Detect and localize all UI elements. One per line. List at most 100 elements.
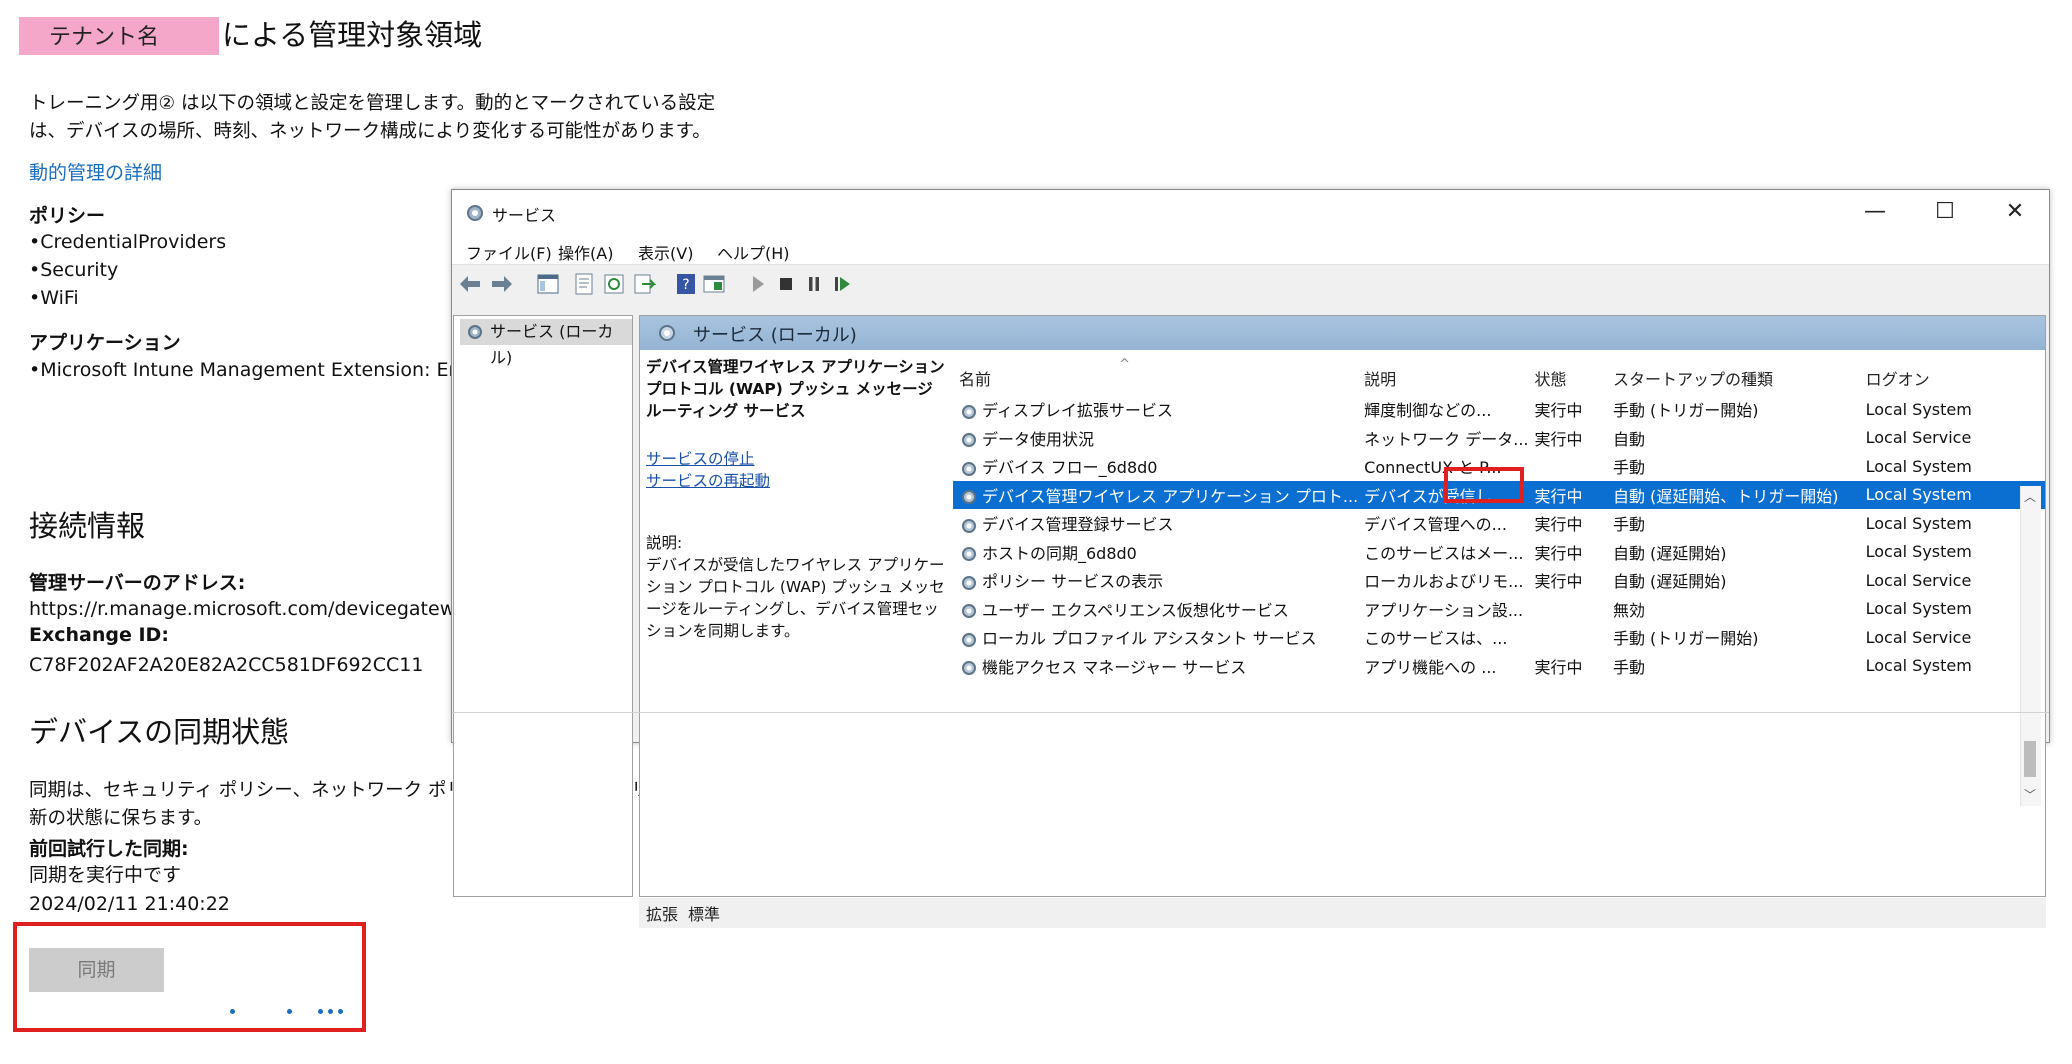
start-service-icon[interactable] (746, 272, 770, 296)
intro-line-1: トレーニング用② は以下の領域と設定を管理します。動的とマークされている設定 (29, 93, 716, 114)
window-title: サービス (492, 206, 557, 225)
table-row[interactable]: ディスプレイ拡張サービス 輝度制御などの... 実行中 手動 (トリガー開始) Loca… (953, 395, 2045, 424)
service-gear-icon (962, 518, 976, 533)
sort-ascending-icon: ^ (1119, 357, 1130, 372)
column-header-status[interactable]: 状態 (1529, 361, 1607, 395)
cell-text: 自動 (遅延開始) (1612, 572, 1727, 592)
service-status-cell: 実行中 (1529, 509, 1607, 538)
pause-service-icon[interactable] (802, 272, 826, 296)
service-gear-icon (962, 547, 976, 561)
cell-text: アプリケーション設... (1364, 600, 1524, 620)
scroll-up-icon[interactable]: ︿ (2024, 488, 2036, 505)
table-row[interactable]: ポリシー サービスの表示 ローカルおよびリモ... 実行中 自動 (遅延開始) Loca… (953, 566, 2045, 595)
selected-service-name: デバイス管理ワイヤレス アプリケーション プロトコル (WAP) プッシュ メッ… (646, 358, 945, 420)
service-logon-cell: Local Service (1860, 566, 2045, 595)
table-row[interactable]: ローカル プロファイル アシスタント サービス このサービスは、... 手動 (トリ… (953, 623, 2045, 652)
forward-arrow-icon[interactable] (490, 272, 514, 296)
cell-text: アプリ機能への ... (1364, 657, 1497, 677)
description-text: デバイスが受信したワイヤレス アプリケーション プロトコル (WAP) プッシュ… (646, 556, 945, 640)
service-logon-cell: Local System (1860, 509, 2045, 538)
sync-status-heading: デバイスの同期状態 (29, 715, 290, 749)
server-address-value: https://r.manage.microsoft.com/devicegat… (29, 598, 467, 620)
services-panel: サービス (ローカル) デバイス管理ワイヤレス アプリケーション プロトコル (… (639, 315, 2046, 897)
policy-list: •CredentialProviders •Security •WiFi (29, 228, 226, 312)
cell-text: 自動 (遅延開始) (1612, 543, 1727, 563)
application-item: •Microsoft Intune Management Extension: … (29, 359, 468, 381)
column-header-startup-type[interactable]: スタートアップの種類 (1607, 361, 1860, 395)
cell-text: 無効 (1612, 600, 1645, 620)
service-description-cell: 輝度制御などの... (1358, 395, 1528, 424)
cell-text: デバイス管理登録サービス (982, 515, 1174, 534)
service-name-cell: デバイス管理ワイヤレス アプリケーション プロト... (953, 480, 1359, 509)
service-gear-icon (962, 461, 976, 476)
properties-icon[interactable] (572, 272, 596, 296)
service-startup-cell: 手動 (1607, 509, 1860, 538)
table-row[interactable]: データ使用状況 ネットワーク データ... 実行中 自動 Local Service (953, 424, 2045, 453)
cell-text: 自動 (遅延開始、トリガー開始) (1612, 486, 1839, 506)
cell-text: ホストの同期_6d8d0 (982, 543, 1137, 563)
intro-text: トレーニング用② は以下の領域と設定を管理します。動的とマークされている設定 は… (29, 90, 715, 146)
cell-text: 実行中 (1534, 429, 1583, 449)
cell-text: Local System (1865, 599, 1972, 619)
scrollbar-thumb[interactable] (2024, 741, 2036, 777)
services-table: 名前 ^ 説明 状態 スタートアップの種類 ログオン ディスプレイ拡張サービス 輝度… (953, 357, 2045, 681)
table-row[interactable]: ユーザー エクスペリエンス仮想化サービス アプリケーション設... 無効 Local … (953, 595, 2045, 624)
dynamic-management-link[interactable]: 動的管理の詳細 (29, 158, 162, 185)
service-logon-cell: Local System (1860, 652, 2045, 681)
column-header-description[interactable]: 説明 (1358, 361, 1528, 395)
cell-text: Local System (1865, 656, 1972, 676)
last-sync-status: 同期を実行中です (29, 864, 182, 886)
table-row[interactable]: デバイス管理登録サービス デバイス管理への... 実行中 手動 Local System (953, 509, 2045, 538)
refresh-icon[interactable] (602, 272, 626, 296)
scroll-down-icon[interactable]: ﹀ (2024, 786, 2036, 803)
column-header-name[interactable]: 名前 ^ (953, 357, 1358, 395)
cell-text: 実行中 (1534, 572, 1583, 592)
cell-text: Local Service (1865, 428, 1972, 448)
cell-text: Local Service (1865, 570, 1972, 590)
service-logon-cell: Local System (1860, 595, 2045, 624)
service-status-cell (1529, 452, 1607, 481)
service-description-cell: ローカルおよびリモ... (1358, 566, 1528, 595)
maximize-button[interactable]: ☐ (1910, 190, 1980, 234)
service-logon-cell: Local System (1859, 480, 2045, 509)
column-header-logon[interactable]: ログオン (1860, 361, 2045, 395)
restart-service-icon[interactable] (830, 272, 854, 296)
service-name-cell: ディスプレイ拡張サービス (953, 395, 1358, 424)
stop-service-link[interactable]: サービスの停止 (646, 448, 946, 470)
close-button[interactable]: ✕ (1980, 190, 2050, 234)
menu-help[interactable]: ヘルプ(H) (717, 240, 790, 264)
service-status-cell: 実行中 (1528, 480, 1607, 509)
menu-view[interactable]: 表示(V) (638, 240, 693, 264)
back-arrow-icon[interactable] (458, 272, 482, 296)
service-startup-cell: 自動 (遅延開始) (1607, 566, 1860, 595)
service-name-cell: デバイス フロー_6d8d0 (953, 452, 1358, 481)
stop-service-icon[interactable] (774, 272, 798, 296)
cell-text: デバイス管理への... (1364, 515, 1507, 535)
cell-text: データ使用状況 (982, 429, 1095, 449)
minimize-button[interactable]: — (1840, 190, 1910, 234)
export-list-icon[interactable] (632, 272, 656, 296)
services-window: サービス — ☐ ✕ ファイル(F) 操作(A) 表示(V) ヘルプ(H) ? … (451, 189, 2050, 928)
service-gear-icon (962, 404, 976, 419)
table-row[interactable]: 機能アクセス マネージャー サービス アプリ機能への ... 実行中 手動 Local … (953, 652, 2045, 681)
tab-standard[interactable]: 標準 (688, 901, 720, 925)
tenant-name-tag: テナント名 (19, 17, 219, 55)
cell-text: ローカル プロファイル アシスタント サービス (982, 629, 1317, 648)
page-title: による管理対象領域 (222, 18, 483, 52)
show-tree-icon[interactable] (536, 272, 560, 296)
tab-extended[interactable]: 拡張 (646, 901, 678, 925)
table-row[interactable]: ホストの同期_6d8d0 このサービスはメー... 実行中 自動 (遅延開始) Loca… (953, 538, 2045, 567)
last-sync-label: 前回試行した同期: (29, 838, 189, 860)
help-icon[interactable]: ? (674, 272, 698, 296)
console-view-icon[interactable] (702, 272, 726, 296)
service-status-cell: 実行中 (1529, 566, 1607, 595)
cell-text: ローカルおよびリモ... (1364, 572, 1524, 592)
cell-text: 手動 (1612, 515, 1645, 535)
cell-text: 実行中 (1534, 657, 1583, 677)
restart-service-link[interactable]: サービスの再起動 (646, 470, 946, 492)
menu-file[interactable]: ファイル(F) (466, 240, 552, 264)
policy-heading: ポリシー (29, 205, 106, 227)
tree-item-services-local[interactable]: サービス (ローカル) (460, 319, 632, 367)
policy-item: •WiFi (29, 287, 79, 309)
menu-action[interactable]: 操作(A) (558, 240, 613, 264)
